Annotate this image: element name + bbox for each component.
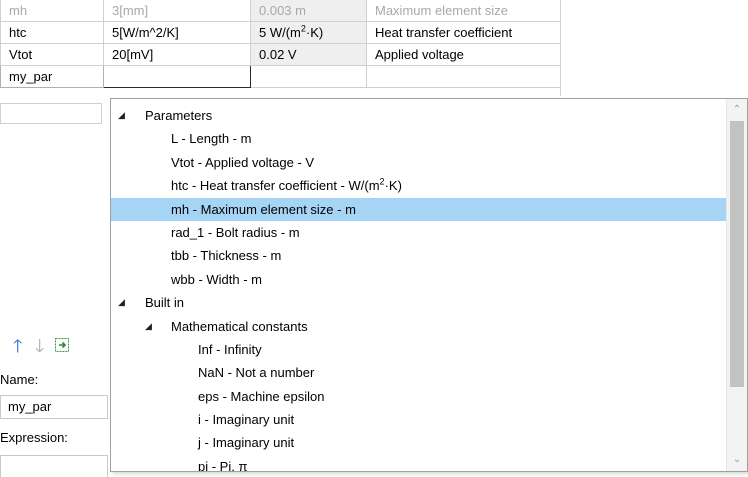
tree-item-label: L - Length - m — [171, 131, 252, 147]
table-empty-row[interactable] — [0, 103, 102, 124]
tree-item-label: i - Imaginary unit — [198, 412, 295, 428]
tree-item-label-post: ·K) — [384, 178, 402, 194]
tree-item-label: htc - Heat transfer coefficient - W/(m — [171, 178, 380, 194]
tree-item-j[interactable]: j - Imaginary unit — [111, 431, 727, 454]
table-right-border — [560, 0, 561, 96]
tree-item-pi[interactable]: pi - Pi, π — [111, 455, 727, 472]
param-expression-cell[interactable]: 5[W/m^2/K] — [103, 21, 251, 44]
tree-item-vtot[interactable]: Vtot - Applied voltage - V — [111, 151, 727, 174]
tree-item-label: pi - Pi, π — [198, 458, 248, 472]
scroll-down-icon[interactable]: ⌄ — [727, 451, 747, 471]
tree-group-built-in[interactable]: ◢ Built in — [111, 291, 727, 314]
move-down-icon[interactable]: 🡓 — [35, 337, 44, 355]
tree-item-label: wbb - Width - m — [171, 271, 263, 287]
tree-item-htc[interactable]: htc - Heat transfer coefficient - W/(m2·… — [111, 174, 727, 197]
param-expression-cell[interactable]: 3[mm] — [103, 0, 251, 22]
expression-label: Expression: — [0, 430, 68, 445]
table-row[interactable]: my_par — [0, 65, 561, 88]
tree-item-label: NaN - Not a number — [198, 365, 315, 381]
tree-item-label: Inf - Infinity — [198, 341, 262, 357]
param-name-cell[interactable]: Vtot — [0, 43, 104, 66]
param-value-cell — [250, 65, 367, 88]
param-name-cell[interactable]: htc — [0, 21, 104, 44]
tree-item-label: Mathematical constants — [171, 318, 308, 334]
tree-group-math-constants[interactable]: ◢ Mathematical constants — [111, 315, 727, 338]
param-value-cell: 5 W/(m2·K) — [250, 21, 367, 44]
param-expression-cell[interactable]: 20[mV] — [103, 43, 251, 66]
param-description-cell[interactable]: Heat transfer coefficient — [366, 21, 561, 44]
autocomplete-dropdown[interactable]: ◢ Parameters L - Length - m Vtot - Applie… — [110, 98, 748, 472]
dropdown-scrollbar[interactable]: ⌃ ⌄ — [726, 99, 747, 471]
param-description-cell[interactable]: Maximum element size — [366, 0, 561, 22]
collapse-triangle-icon[interactable]: ◢ — [118, 104, 130, 127]
tree-item-label: tbb - Thickness - m — [171, 248, 282, 264]
tree-group-parameters[interactable]: ◢ Parameters — [111, 104, 727, 127]
tree-item-rad1[interactable]: rad_1 - Bolt radius - m — [111, 221, 727, 244]
move-up-icon[interactable]: 🡑 — [13, 337, 22, 355]
tree-item-label: Built in — [145, 295, 185, 311]
table-row[interactable]: Vtot 20[mV] 0.02 V Applied voltage — [0, 43, 561, 66]
parameters-table: mh 3[mm] 0.003 m Maximum element size ht… — [0, 0, 561, 88]
param-value-cell: 0.02 V — [250, 43, 367, 66]
table-row[interactable]: mh 3[mm] 0.003 m Maximum element size — [0, 0, 561, 22]
collapse-triangle-icon[interactable]: ◢ — [145, 315, 157, 338]
expression-field[interactable] — [0, 455, 108, 477]
tree-item-inf[interactable]: Inf - Infinity — [111, 338, 727, 361]
param-description-cell[interactable] — [366, 65, 561, 88]
tree-item-nan[interactable]: NaN - Not a number — [111, 361, 727, 384]
load-from-file-icon[interactable] — [54, 337, 70, 353]
tree-item-wbb[interactable]: wbb - Width - m — [111, 268, 727, 291]
tree-item-mh[interactable]: mh - Maximum element size - m — [111, 197, 727, 221]
tree-item-label: Vtot - Applied voltage - V — [171, 154, 315, 170]
tree-item-i[interactable]: i - Imaginary unit — [111, 408, 727, 431]
param-expression-editor[interactable] — [103, 65, 251, 88]
collapse-triangle-icon[interactable]: ◢ — [118, 291, 130, 314]
table-row[interactable]: htc 5[W/m^2/K] 5 W/(m2·K) Heat transfer … — [0, 21, 561, 44]
tree-item-length[interactable]: L - Length - m — [111, 127, 727, 150]
name-label: Name: — [0, 372, 39, 387]
tree-item-label: Parameters — [145, 108, 213, 123]
param-name-cell[interactable]: mh — [0, 0, 104, 22]
param-name-cell[interactable]: my_par — [0, 65, 104, 88]
tree-item-label: mh - Maximum element size - m — [171, 201, 356, 217]
name-field[interactable]: my_par — [0, 395, 108, 419]
tree-item-label: eps - Machine epsilon — [198, 388, 325, 404]
tree-item-eps[interactable]: eps - Machine epsilon — [111, 385, 727, 408]
param-description-cell[interactable]: Applied voltage — [366, 43, 561, 66]
tree-item-label: j - Imaginary unit — [198, 435, 295, 451]
tree-item-label: rad_1 - Bolt radius - m — [171, 224, 300, 240]
scrollbar-thumb[interactable] — [730, 121, 744, 387]
autocomplete-tree: ◢ Parameters L - Length - m Vtot - Applie… — [111, 104, 727, 472]
scroll-up-icon[interactable]: ⌃ — [727, 99, 747, 119]
tree-item-tbb[interactable]: tbb - Thickness - m — [111, 244, 727, 267]
param-value-cell: 0.003 m — [250, 0, 367, 22]
